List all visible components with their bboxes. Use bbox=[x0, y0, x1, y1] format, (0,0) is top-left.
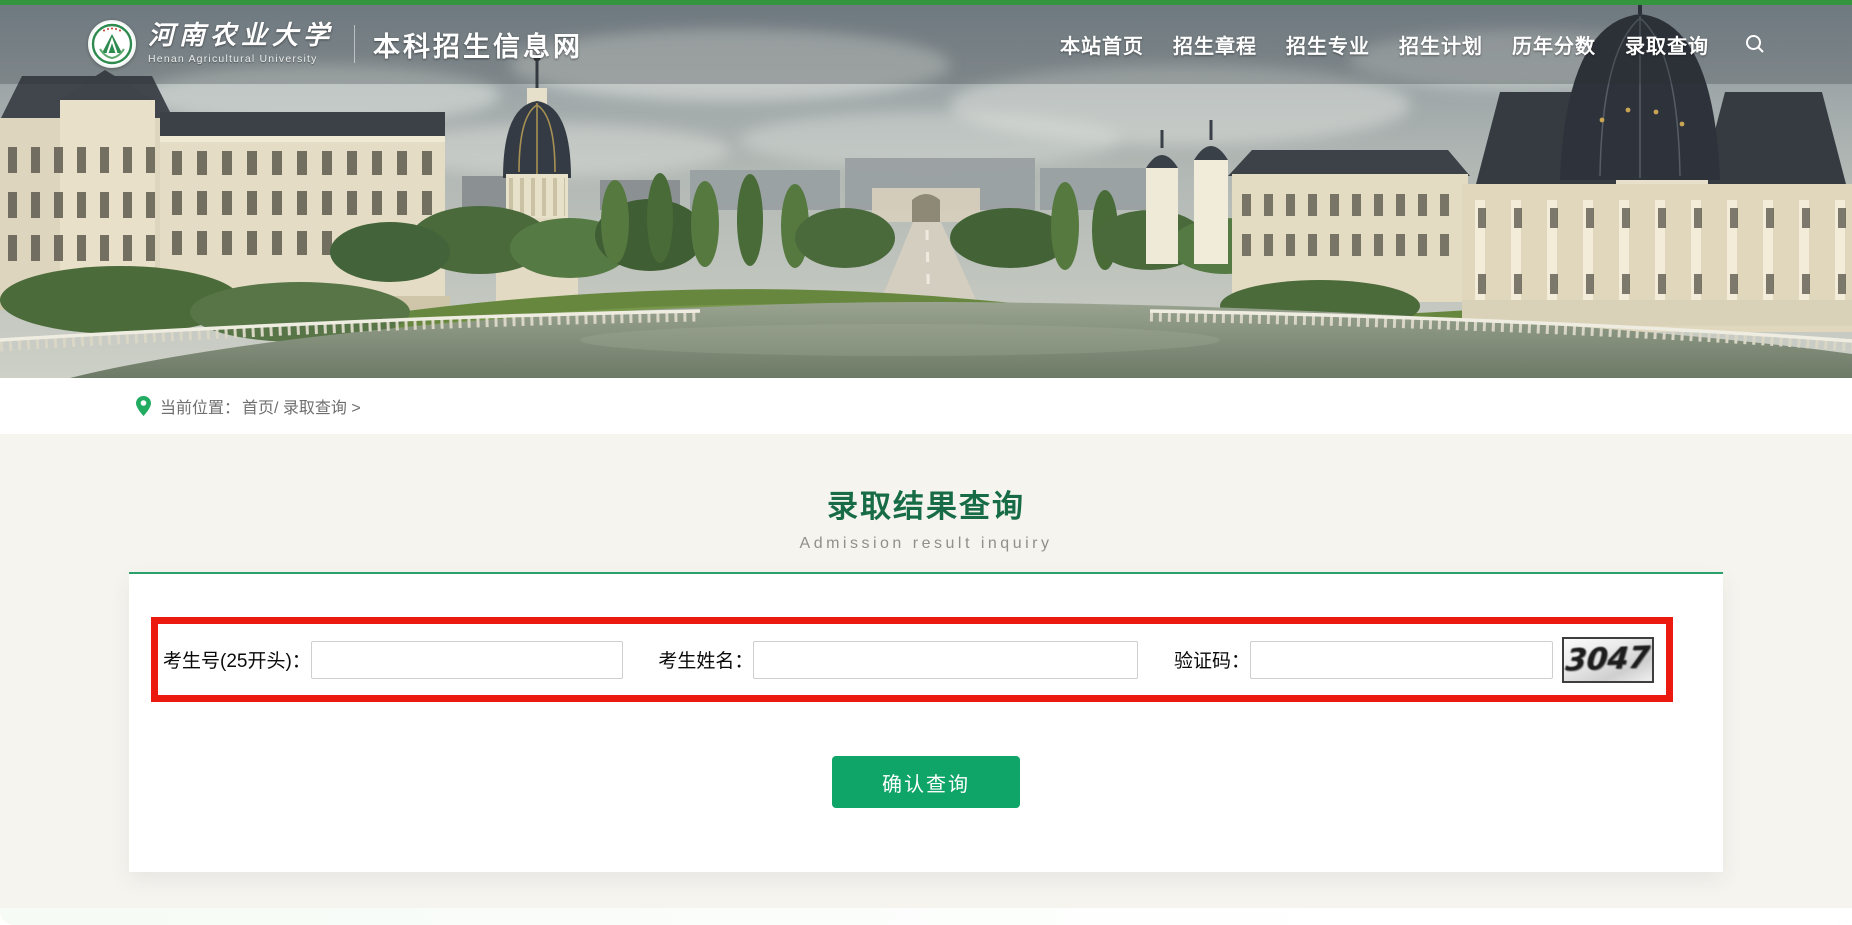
nav-item-admission-query[interactable]: 录取查询 bbox=[1625, 30, 1709, 59]
site-title: 本科招生信息网 bbox=[373, 25, 583, 64]
nav-item-home[interactable]: 本站首页 bbox=[1060, 30, 1144, 59]
candidate-name-input[interactable] bbox=[753, 641, 1138, 679]
form-highlight-box: 考生号(25开头)： 考生姓名： 验证码： 3047 bbox=[151, 617, 1673, 702]
captcha-image[interactable]: 3047 bbox=[1562, 637, 1654, 683]
candidate-number-label: 考生号(25开头)： bbox=[163, 646, 311, 673]
main-nav: 本站首页 招生章程 招生专业 招生计划 历年分数 录取查询 bbox=[1060, 30, 1766, 59]
query-card: 考生号(25开头)： 考生姓名： 验证码： 3047 确认查询 bbox=[129, 572, 1723, 872]
captcha-label: 验证码： bbox=[1174, 646, 1250, 673]
candidate-number-input[interactable] bbox=[311, 641, 623, 679]
breadcrumb: 当前位置： 首页/ 录取查询 > bbox=[0, 378, 1852, 434]
university-name: 河南农业大学 Henan Agricultural University bbox=[148, 23, 334, 65]
brand-home-link[interactable]: 河南农业大学 Henan Agricultural University 本科招… bbox=[88, 20, 583, 68]
location-pin-icon bbox=[136, 396, 151, 416]
brand-divider bbox=[354, 25, 355, 63]
site-header: 河南农业大学 Henan Agricultural University 本科招… bbox=[0, 5, 1852, 83]
candidate-number-group: 考生号(25开头)： bbox=[163, 641, 623, 679]
footer-strip bbox=[0, 908, 1852, 925]
captcha-input[interactable] bbox=[1250, 641, 1553, 679]
captcha-code: 3047 bbox=[1565, 641, 1652, 679]
search-icon[interactable] bbox=[1744, 33, 1766, 55]
university-name-zh: 河南农业大学 bbox=[148, 23, 334, 49]
candidate-name-label: 考生姓名： bbox=[658, 646, 753, 673]
submit-row: 确认查询 bbox=[129, 756, 1723, 808]
top-accent-bar bbox=[0, 0, 1852, 5]
university-name-en: Henan Agricultural University bbox=[148, 54, 334, 65]
confirm-query-button[interactable]: 确认查询 bbox=[832, 756, 1020, 808]
breadcrumb-path[interactable]: 首页/ 录取查询 > bbox=[242, 394, 361, 418]
page-subtitle: Admission result inquiry bbox=[0, 535, 1852, 553]
nav-item-admission-charter[interactable]: 招生章程 bbox=[1173, 30, 1257, 59]
breadcrumb-label: 当前位置： bbox=[160, 394, 240, 418]
nav-item-majors[interactable]: 招生专业 bbox=[1286, 30, 1370, 59]
candidate-name-group: 考生姓名： bbox=[658, 641, 1138, 679]
nav-item-past-scores[interactable]: 历年分数 bbox=[1512, 30, 1596, 59]
admission-query-page: 河南农业大学 Henan Agricultural University 本科招… bbox=[0, 0, 1852, 925]
nav-item-admission-plan[interactable]: 招生计划 bbox=[1399, 30, 1483, 59]
university-seal-icon bbox=[88, 20, 136, 68]
page-title: 录取结果查询 bbox=[0, 481, 1852, 526]
query-section: 录取结果查询 Admission result inquiry 考生号(25开头… bbox=[0, 434, 1852, 872]
captcha-group: 验证码： 3047 bbox=[1174, 637, 1654, 683]
